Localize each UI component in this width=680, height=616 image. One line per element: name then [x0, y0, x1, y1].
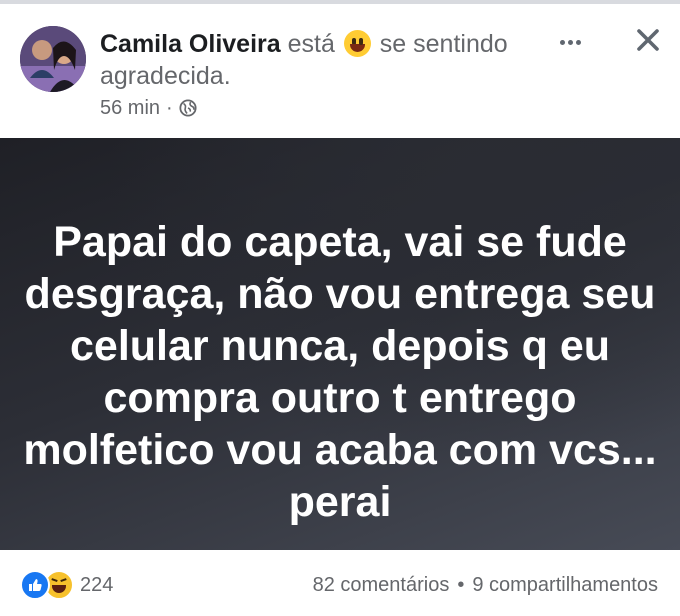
meta-separator: · — [166, 96, 173, 119]
post-header: Camila Oliveira está se sentindo agradec… — [0, 4, 680, 138]
post-background: Papai do capeta, vai se fude desgraça, n… — [0, 138, 680, 550]
author-name[interactable]: Camila Oliveira — [100, 30, 281, 58]
like-icon — [20, 570, 50, 600]
more-options-button[interactable] — [552, 32, 588, 52]
post-meta: 56 min · — [100, 95, 197, 121]
smiley-emoji-icon — [343, 30, 371, 57]
post-footer: 224 82 comentários • 9 compartilhamentos — [0, 550, 680, 616]
stats-separator: • — [457, 574, 465, 596]
post-headline: Camila Oliveira está se sentindo agradec… — [100, 28, 540, 92]
shares-link[interactable]: 9 compartilhamentos — [472, 574, 658, 597]
thumbs-up-icon — [29, 579, 42, 591]
post-body-text: Papai do capeta, vai se fude desgraça, n… — [23, 218, 657, 526]
globe-icon[interactable] — [179, 99, 197, 117]
comments-link[interactable]: 82 comentários — [313, 574, 450, 597]
feeling-prefix: está — [287, 30, 335, 58]
avatar-photo — [20, 26, 86, 92]
close-icon[interactable] — [632, 24, 664, 56]
reaction-count: 224 — [80, 573, 114, 596]
reactions-summary[interactable]: 224 — [20, 570, 113, 600]
engagement-stats: 82 comentários • 9 compartilhamentos — [313, 574, 658, 597]
more-horizontal-icon — [559, 39, 565, 45]
avatar[interactable] — [20, 26, 86, 92]
post-timestamp[interactable]: 56 min — [100, 97, 160, 120]
